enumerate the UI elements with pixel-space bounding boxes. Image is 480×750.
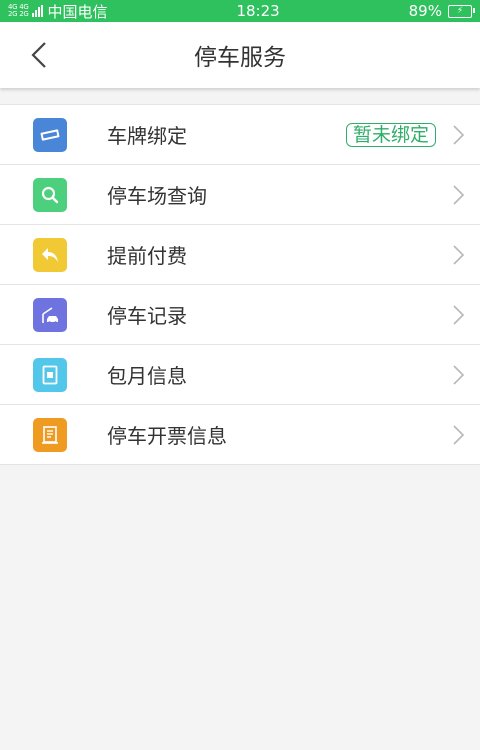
back-button[interactable] — [22, 38, 56, 72]
menu-label: 车牌绑定 — [107, 124, 187, 148]
chevron-right-icon — [453, 184, 465, 205]
menu-item-parking-records[interactable]: 停车记录 — [0, 285, 480, 345]
nav-bar: 停车服务 — [0, 22, 480, 88]
card-icon — [33, 357, 67, 392]
carrier-name: 中国电信 — [47, 2, 108, 21]
signal-icon — [32, 5, 44, 17]
menu-item-invoice-info[interactable]: 停车开票信息 — [0, 405, 480, 465]
menu-item-prepay[interactable]: 提前付费 — [0, 225, 480, 285]
network-type-bottom: 2G 2G — [8, 10, 29, 18]
chevron-right-icon — [453, 244, 465, 265]
binding-status-badge: 暂未绑定 — [345, 122, 436, 147]
chevron-right-icon — [453, 424, 465, 445]
back-arrow-icon — [31, 42, 46, 68]
status-right: 89% ⚡ — [408, 2, 475, 20]
service-menu: 车牌绑定 暂未绑定 停车场查询 提前付费 停车记录 包月信息 停车开票信息 — [0, 104, 480, 465]
menu-label: 停车场查询 — [107, 184, 207, 208]
page-title: 停车服务 — [194, 45, 286, 71]
menu-label: 包月信息 — [107, 364, 187, 388]
invoice-icon — [33, 417, 67, 452]
chevron-right-icon — [453, 364, 465, 385]
menu-label: 停车记录 — [107, 304, 187, 328]
clock: 18:23 — [236, 2, 280, 20]
menu-item-monthly-info[interactable]: 包月信息 — [0, 345, 480, 405]
reply-arrow-icon — [33, 237, 67, 272]
battery-icon: ⚡ — [447, 4, 475, 18]
menu-item-plate-binding[interactable]: 车牌绑定 暂未绑定 — [0, 105, 480, 165]
menu-label: 提前付费 — [107, 244, 187, 268]
network-type: 4G 4G 2G 2G — [8, 4, 29, 18]
status-left: 4G 4G 2G 2G 中国电信 — [8, 1, 108, 22]
battery-percent: 89% — [408, 2, 442, 20]
chevron-right-icon — [453, 304, 465, 325]
status-bar: 4G 4G 2G 2G 中国电信 18:23 89% ⚡ — [0, 0, 480, 22]
car-barrier-icon — [33, 297, 67, 332]
menu-label: 停车开票信息 — [107, 424, 227, 448]
license-plate-icon — [33, 117, 67, 152]
search-icon — [33, 177, 67, 212]
menu-item-parking-lot-search[interactable]: 停车场查询 — [0, 165, 480, 225]
chevron-right-icon — [453, 124, 465, 145]
